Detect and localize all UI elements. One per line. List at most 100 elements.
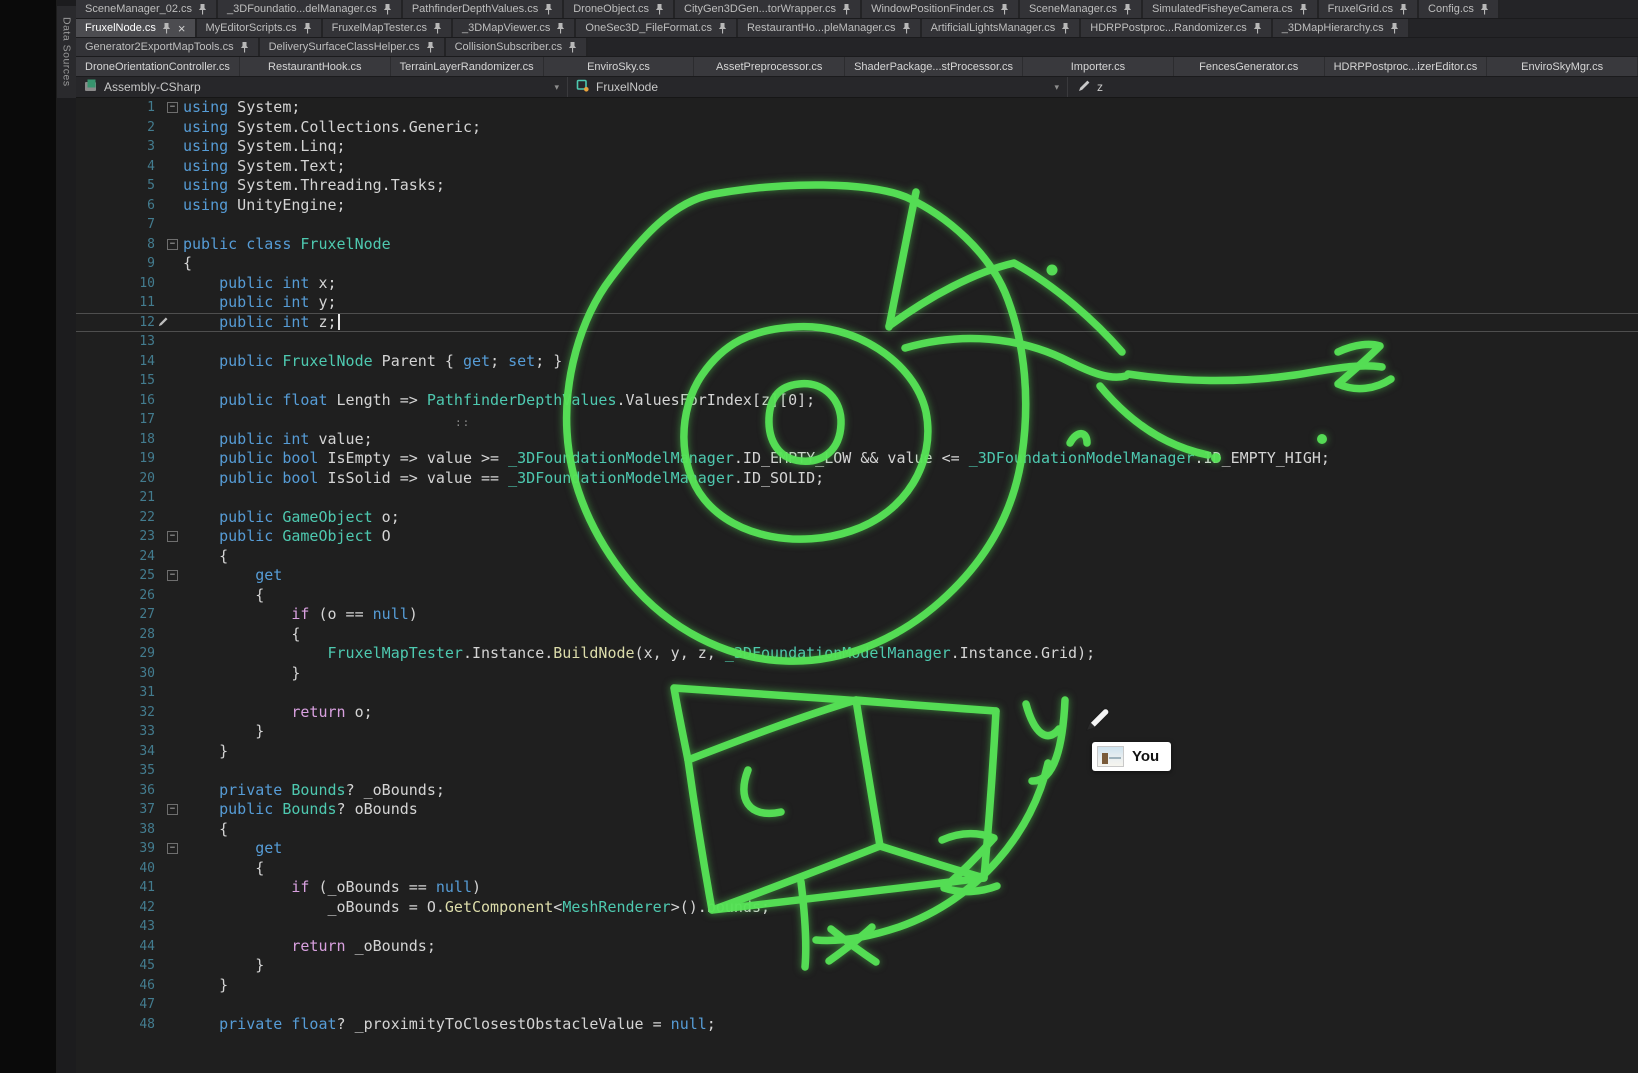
code-line-20[interactable]: 20 public bool IsSolid => value == _3DFo…	[76, 469, 1638, 489]
code-line-15[interactable]: 15	[76, 371, 1638, 391]
close-icon[interactable]: ×	[177, 22, 186, 35]
code-line-33[interactable]: 33 }	[76, 722, 1638, 742]
code-line-43[interactable]: 43	[76, 917, 1638, 937]
data-sources-side-tab[interactable]: Data Sources	[57, 6, 76, 98]
line-number: 6	[76, 196, 155, 216]
code-line-5[interactable]: 5using System.Threading.Tasks;	[76, 176, 1638, 196]
pin-icon	[240, 42, 249, 53]
tab-citygen3dgen-torwrapper-cs[interactable]: CityGen3DGen...torWrapper.cs	[675, 0, 862, 18]
code-line-38[interactable]: 38 {	[76, 820, 1638, 840]
tab-assetpreprocessor-cs[interactable]: AssetPreprocessor.cs	[694, 57, 845, 76]
code-editor[interactable]: 1−using System;2using System.Collections…	[76, 98, 1638, 1073]
fold-collapse-icon[interactable]: −	[167, 102, 178, 113]
tab-droneorientationcontroller-cs[interactable]: DroneOrientationController.cs	[76, 57, 240, 76]
code-line-29[interactable]: 29 FruxelMapTester.Instance.BuildNode(x,…	[76, 644, 1638, 664]
tab-envirosky-cs[interactable]: EnviroSky.cs	[544, 57, 695, 76]
tab-generator2exportmaptools-cs[interactable]: Generator2ExportMapTools.cs	[76, 38, 260, 56]
tab-scenemanager-cs[interactable]: SceneManager.cs	[1020, 0, 1143, 18]
code-line-45[interactable]: 45 }	[76, 956, 1638, 976]
tab-fencesgenerator-cs[interactable]: FencesGenerator.cs	[1174, 57, 1325, 76]
code-line-32[interactable]: 32 return o;	[76, 703, 1638, 723]
code-line-21[interactable]: 21	[76, 488, 1638, 508]
tab-artificiallightsmanager-cs[interactable]: ArtificialLightsManager.cs	[922, 19, 1082, 37]
tab-fruxelmaptester-cs[interactable]: FruxelMapTester.cs	[323, 19, 453, 37]
code-line-12[interactable]: 12 public int z;	[76, 313, 1638, 333]
code-line-9[interactable]: 9{	[76, 254, 1638, 274]
code-line-39[interactable]: 39− get	[76, 839, 1638, 859]
code-line-26[interactable]: 26 {	[76, 586, 1638, 606]
code-line-1[interactable]: 1−using System;	[76, 98, 1638, 118]
code-line-46[interactable]: 46 }	[76, 976, 1638, 996]
code-line-35[interactable]: 35	[76, 761, 1638, 781]
tab--3dfoundatio-delmanager-cs[interactable]: _3DFoundatio...delManager.cs	[218, 0, 403, 18]
code-line-41[interactable]: 41 if (_oBounds == null)	[76, 878, 1638, 898]
tab--3dmapviewer-cs[interactable]: _3DMapViewer.cs	[453, 19, 576, 37]
code-line-4[interactable]: 4using System.Text;	[76, 157, 1638, 177]
code-line-8[interactable]: 8−public class FruxelNode	[76, 235, 1638, 255]
tab-hdrppostproc-izereditor-cs[interactable]: HDRPPostproc...izerEditor.cs	[1325, 57, 1488, 76]
tab-importer-cs[interactable]: Importer.cs	[1023, 57, 1174, 76]
tab-collisionsubscriber-cs[interactable]: CollisionSubscriber.cs	[446, 38, 589, 56]
code-line-10[interactable]: 10 public int x;	[76, 274, 1638, 294]
fold-gutter	[155, 215, 183, 235]
tab-droneobject-cs[interactable]: DroneObject.cs	[564, 0, 675, 18]
tab-simulatedfisheyecamera-cs[interactable]: SimulatedFisheyeCamera.cs	[1143, 0, 1319, 18]
code-line-28[interactable]: 28 {	[76, 625, 1638, 645]
tab-scenemanager-02-cs[interactable]: SceneManager_02.cs	[76, 0, 218, 18]
code-line-17[interactable]: 17	[76, 410, 1638, 430]
code-line-14[interactable]: 14 public FruxelNode Parent { get; set; …	[76, 352, 1638, 372]
tab-shaderpackage-stprocessor-cs[interactable]: ShaderPackage...stProcessor.cs	[845, 57, 1023, 76]
code-line-37[interactable]: 37− public Bounds? oBounds	[76, 800, 1638, 820]
fold-collapse-icon[interactable]: −	[167, 531, 178, 542]
code-line-23[interactable]: 23− public GameObject O	[76, 527, 1638, 547]
tab-pathfinderdepthvalues-cs[interactable]: PathfinderDepthValues.cs	[403, 0, 564, 18]
code-line-34[interactable]: 34 }	[76, 742, 1638, 762]
code-line-2[interactable]: 2using System.Collections.Generic;	[76, 118, 1638, 138]
code-line-6[interactable]: 6using UnityEngine;	[76, 196, 1638, 216]
code-line-42[interactable]: 42 _oBounds = O.GetComponent<MeshRendere…	[76, 898, 1638, 918]
code-line-25[interactable]: 25− get	[76, 566, 1638, 586]
tab-deliverysurfaceclasshelper-cs[interactable]: DeliverySurfaceClassHelper.cs	[260, 38, 446, 56]
code-line-48[interactable]: 48 private float? _proximityToClosestObs…	[76, 1015, 1638, 1035]
member-dropdown[interactable]: z	[1068, 77, 1638, 97]
pencil-cursor-icon	[1085, 706, 1111, 732]
project-dropdown[interactable]: Assembly-CSharp ▾	[76, 77, 568, 97]
code-line-22[interactable]: 22 public GameObject o;	[76, 508, 1638, 528]
tab-label: MyEditorScripts.cs	[206, 22, 297, 34]
code-line-40[interactable]: 40 {	[76, 859, 1638, 879]
tab-restaurantho-plemanager-cs[interactable]: RestaurantHo...pleManager.cs	[738, 19, 922, 37]
tab-myeditorscripts-cs[interactable]: MyEditorScripts.cs	[197, 19, 323, 37]
tab-terrainlayerrandomizer-cs[interactable]: TerrainLayerRandomizer.cs	[391, 57, 544, 76]
code-line-7[interactable]: 7	[76, 215, 1638, 235]
tab-windowpositionfinder-cs[interactable]: WindowPositionFinder.cs	[862, 0, 1020, 18]
code-line-31[interactable]: 31	[76, 683, 1638, 703]
code-line-47[interactable]: 47	[76, 995, 1638, 1015]
code-line-19[interactable]: 19 public bool IsEmpty => value >= _3DFo…	[76, 449, 1638, 469]
line-number: 34	[76, 742, 155, 762]
code-line-3[interactable]: 3using System.Linq;	[76, 137, 1638, 157]
code-line-16[interactable]: 16 public float Length => PathfinderDept…	[76, 391, 1638, 411]
code-line-13[interactable]: 13	[76, 332, 1638, 352]
code-line-text: public bool IsEmpty => value >= _3DFound…	[183, 449, 1330, 469]
code-line-27[interactable]: 27 if (o == null)	[76, 605, 1638, 625]
code-line-30[interactable]: 30 }	[76, 664, 1638, 684]
fold-collapse-icon[interactable]: −	[167, 239, 178, 250]
fold-collapse-icon[interactable]: −	[167, 570, 178, 581]
code-line-18[interactable]: 18 public int value;	[76, 430, 1638, 450]
tab-enviroskymgr-cs[interactable]: EnviroSkyMgr.cs	[1487, 57, 1638, 76]
tab-hdrppostproc-randomizer-cs[interactable]: HDRPPostproc...Randomizer.cs	[1081, 19, 1273, 37]
fold-collapse-icon[interactable]: −	[167, 843, 178, 854]
line-number: 29	[76, 644, 155, 664]
code-line-44[interactable]: 44 return _oBounds;	[76, 937, 1638, 957]
tab-config-cs[interactable]: Config.cs	[1419, 0, 1500, 18]
code-line-36[interactable]: 36 private Bounds? _oBounds;	[76, 781, 1638, 801]
tab-fruxelgrid-cs[interactable]: FruxelGrid.cs	[1319, 0, 1419, 18]
tab-fruxelnode-cs[interactable]: FruxelNode.cs×	[76, 19, 197, 37]
tab--3dmaphierarchy-cs[interactable]: _3DMapHierarchy.cs	[1273, 19, 1410, 37]
fold-collapse-icon[interactable]: −	[167, 804, 178, 815]
tab-restauranthook-cs[interactable]: RestaurantHook.cs	[240, 57, 391, 76]
type-dropdown[interactable]: FruxelNode ▾	[568, 77, 1068, 97]
code-line-11[interactable]: 11 public int y;	[76, 293, 1638, 313]
code-line-24[interactable]: 24 {	[76, 547, 1638, 567]
tab-onesec3d-fileformat-cs[interactable]: OneSec3D_FileFormat.cs	[576, 19, 738, 37]
